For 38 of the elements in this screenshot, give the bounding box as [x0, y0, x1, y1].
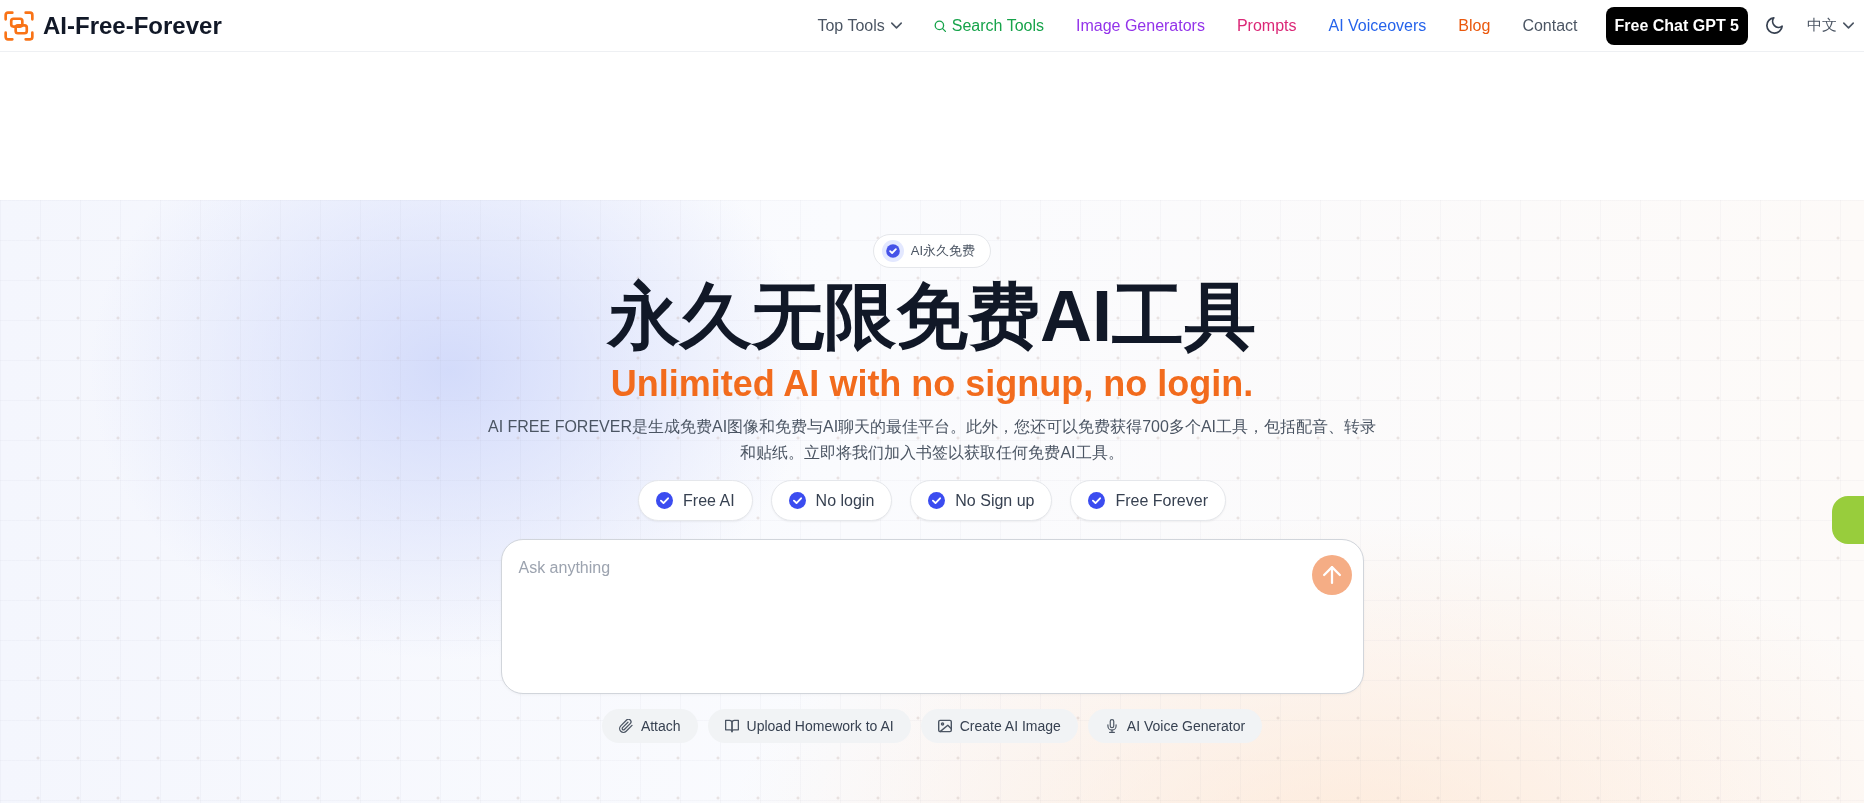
nav-link[interactable]: Blog: [1458, 16, 1491, 35]
feature-text: Free Forever: [1115, 491, 1208, 510]
chat-action-button[interactable]: Create AI Image: [920, 709, 1078, 743]
nav-link[interactable]: AI Voiceovers: [1328, 16, 1427, 35]
check-icon: [1088, 492, 1106, 509]
moon-icon[interactable]: [1766, 17, 1783, 34]
chat-action-button[interactable]: Attach: [601, 709, 698, 743]
feature-text: No Sign up: [955, 491, 1035, 510]
side-tab[interactable]: [1832, 496, 1864, 544]
chat-button[interactable]: Free Chat GPT 5: [1605, 6, 1748, 45]
chat-action-button[interactable]: Upload Homework to AI: [707, 709, 911, 743]
chevron-icon: [1843, 22, 1854, 29]
feature-text: Free AI: [683, 491, 735, 510]
nav-link[interactable]: Prompts: [1236, 16, 1297, 35]
nav-link[interactable]: Top Tools: [817, 16, 902, 35]
check-icon: [928, 492, 946, 509]
paperclip-icon: [618, 719, 633, 733]
book-icon: [724, 719, 739, 733]
feature-text: No login: [815, 491, 875, 510]
chat-input[interactable]: Ask anything: [500, 539, 1364, 694]
image-icon: [937, 719, 952, 733]
hero-description: AI FREE FOREVER是生成免费AI图像和免费与AI聊天的最佳平台。此外，您还可以免费获得700多个AI工具，包括配音、转录和贴纸。立即将我们加入书签以获取任何免费AI工具。: [486, 417, 1378, 463]
hero-title: 永久无限免费AI工具: [608, 276, 1256, 356]
check-icon: [881, 240, 904, 262]
nav-link[interactable]: Contact: [1522, 16, 1578, 35]
nav-link[interactable]: Image Generators: [1076, 16, 1205, 35]
language-selector[interactable]: 中文: [1807, 16, 1854, 35]
chat-action-button[interactable]: AI Voice Generator: [1087, 709, 1263, 743]
microphone-icon: [1104, 719, 1119, 733]
check-icon: [656, 492, 674, 509]
search-icon: [933, 19, 946, 32]
logo-link[interactable]: AI-Free-Forever: [4, 10, 222, 41]
chevron-icon: [890, 22, 902, 29]
hero-subtitle: Unlimited AI with no signup, no login.: [610, 364, 1254, 404]
arrow-up-icon: [1322, 566, 1341, 584]
logo-icon: [4, 10, 34, 41]
badge-text: AI永久免费: [910, 242, 976, 260]
check-icon: [788, 492, 806, 509]
